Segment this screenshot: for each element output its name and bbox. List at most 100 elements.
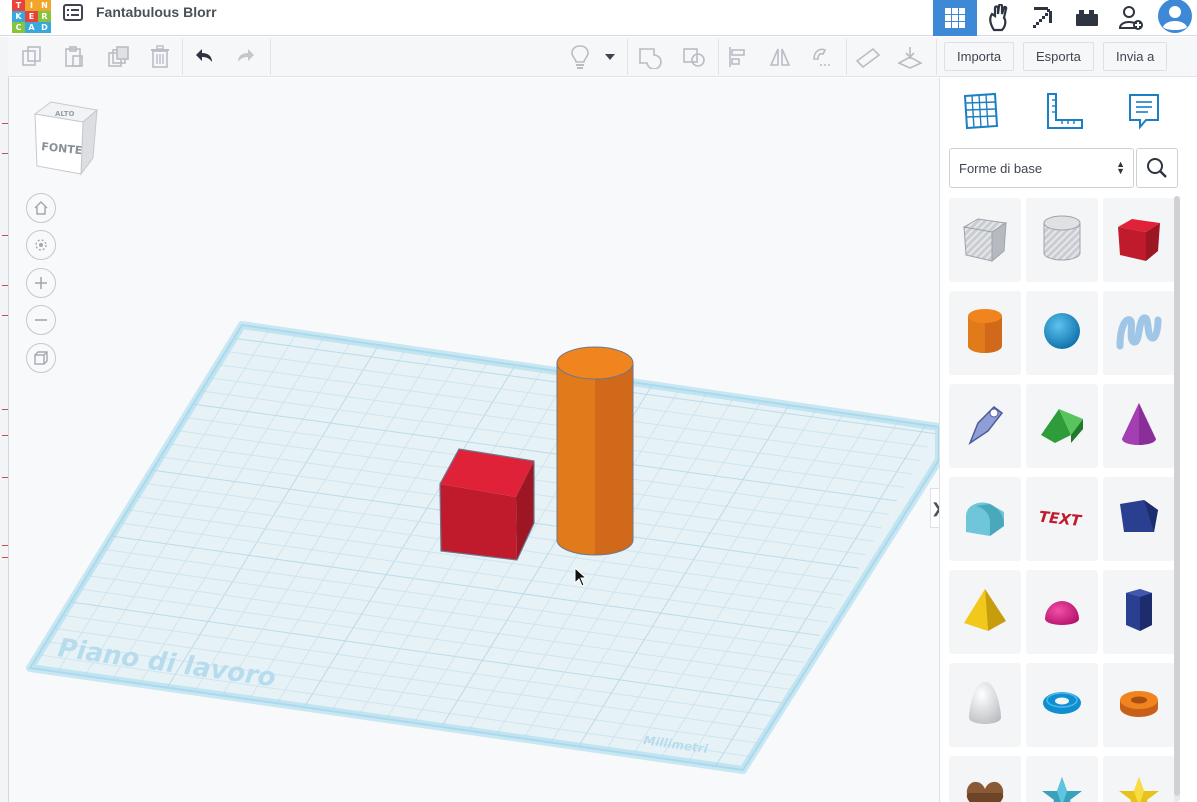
logo-letter: T: [12, 0, 25, 11]
chevron-right-icon: ❯: [931, 500, 939, 517]
scroll-thumb[interactable]: [1174, 196, 1180, 796]
orange-cylinder-shape[interactable]: [556, 346, 634, 556]
notes-panel-button[interactable]: [1123, 90, 1165, 132]
cylinder-hole-icon: [1037, 213, 1087, 268]
duplicate-button[interactable]: [104, 43, 132, 71]
shape-tile-heart[interactable]: [949, 756, 1021, 802]
shape-tile-round-roof[interactable]: [949, 477, 1021, 561]
shape-tile-pyramid[interactable]: [949, 570, 1021, 654]
shape-tile-roof[interactable]: [1026, 384, 1098, 468]
tinkercad-logo[interactable]: TIN KER CAD: [12, 0, 51, 33]
edit-toolbar: Importa Esporta Invia a: [8, 37, 1197, 77]
group-icon: [639, 48, 662, 69]
red-box-shape[interactable]: [439, 448, 535, 561]
box-icon: [1114, 213, 1164, 268]
delete-button[interactable]: [146, 43, 174, 71]
shape-tile-cylinder[interactable]: [949, 291, 1021, 375]
workplane-grid[interactable]: Piano di lavoro Millimetri: [9, 78, 939, 802]
shape-tile-text[interactable]: TEXT: [1026, 477, 1098, 561]
shape-generator-icon: [960, 399, 1010, 454]
circuits-button[interactable]: [977, 0, 1021, 36]
shape-tile-cone[interactable]: [1103, 384, 1175, 468]
view-cube[interactable]: ALTO FONTE: [31, 100, 99, 176]
home-icon: [34, 200, 48, 215]
fit-view-button[interactable]: [26, 230, 56, 260]
import-button[interactable]: Importa: [944, 42, 1015, 71]
shape-tile-sphere[interactable]: [1026, 291, 1098, 375]
shape-tile-box-hole[interactable]: [949, 198, 1021, 282]
design-title[interactable]: Fantabulous Blorr: [96, 4, 217, 20]
logo-letter: K: [12, 11, 25, 22]
shape-tile-star-gold[interactable]: [1103, 756, 1175, 802]
ruler-corner-icon: [1047, 93, 1083, 129]
export-button[interactable]: Esporta: [1023, 42, 1094, 71]
paste-icon: [65, 46, 83, 67]
mirror-icon: [769, 48, 791, 66]
panel-scrollbar[interactable]: [1174, 196, 1180, 802]
header-actions: [933, 0, 1197, 36]
shape-tile-wedge[interactable]: [1103, 477, 1175, 561]
cone-icon: [1114, 399, 1164, 454]
3d-design-button[interactable]: [933, 0, 977, 36]
left-edge-strip: [0, 37, 9, 802]
logo-letter: N: [38, 0, 51, 11]
scribble-icon: [1114, 306, 1164, 361]
3d-workspace[interactable]: Piano di lavoro Millimetri ALTO FONTE: [9, 78, 939, 802]
shape-tile-cylinder-hole[interactable]: [1026, 198, 1098, 282]
ruler-tool-button[interactable]: [1043, 90, 1085, 132]
viewcube-top-label: ALTO: [55, 110, 74, 118]
grid-settings-button[interactable]: [959, 90, 1001, 132]
invite-user-button[interactable]: [1109, 0, 1153, 36]
logo-letter: E: [25, 11, 38, 22]
ruler-button[interactable]: [854, 43, 882, 71]
lightbulb-icon: [571, 45, 589, 69]
shape-tile-polygon[interactable]: [1103, 570, 1175, 654]
shape-tile-torus[interactable]: [1026, 663, 1098, 747]
profile-avatar-icon: [1158, 0, 1192, 33]
cruise-button[interactable]: [808, 43, 836, 71]
paste-button[interactable]: [60, 43, 88, 71]
undo-button[interactable]: [190, 43, 218, 71]
shape-tile-half-sphere[interactable]: [1026, 570, 1098, 654]
profile-avatar[interactable]: [1153, 0, 1197, 36]
group-button[interactable]: [636, 43, 664, 71]
notes-dropdown[interactable]: [602, 43, 618, 71]
shape-tile-tube[interactable]: [1103, 663, 1175, 747]
svg-text:TEXT: TEXT: [1038, 507, 1084, 530]
pickaxe-icon: [1033, 7, 1052, 28]
redo-button[interactable]: [232, 43, 260, 71]
heart-icon: [960, 771, 1010, 802]
blocks-icon: [1076, 10, 1098, 26]
undo-icon: [196, 49, 212, 62]
shape-tile-paraboloid[interactable]: [949, 663, 1021, 747]
ungroup-icon: [683, 48, 705, 67]
cube-outline-icon: [34, 351, 48, 365]
trash-icon: [151, 45, 169, 68]
shape-tile-box[interactable]: [1103, 198, 1175, 282]
pyramid-icon: [960, 585, 1010, 640]
panel-collapse-toggle[interactable]: ❯: [930, 488, 939, 528]
projection-button[interactable]: [26, 343, 56, 373]
caret-down-icon: [605, 54, 615, 60]
shape-tile-shape-generator[interactable]: [949, 384, 1021, 468]
copy-button[interactable]: [18, 43, 46, 71]
shape-tile-scribble[interactable]: [1103, 291, 1175, 375]
zoom-in-button[interactable]: [26, 268, 56, 298]
paraboloid-icon: [960, 678, 1010, 733]
mirror-button[interactable]: [766, 43, 794, 71]
notes-button[interactable]: [566, 43, 594, 71]
ungroup-button[interactable]: [680, 43, 708, 71]
shape-search-button[interactable]: [1136, 148, 1178, 188]
zoom-out-button[interactable]: [26, 305, 56, 335]
bricks-button[interactable]: [1065, 0, 1109, 36]
shape-tile-star[interactable]: [1026, 756, 1098, 802]
design-list-icon[interactable]: [63, 4, 83, 21]
home-view-button[interactable]: [26, 193, 56, 223]
align-button[interactable]: [724, 43, 752, 71]
workplane-icon: [897, 47, 923, 69]
workplane-button[interactable]: [896, 43, 924, 71]
send-to-button[interactable]: Invia a: [1103, 42, 1168, 71]
minecraft-button[interactable]: [1021, 0, 1065, 36]
shape-category-select[interactable]: Forme di base ▲ ▼: [949, 148, 1134, 188]
circuits-hand-icon: [989, 4, 1008, 32]
